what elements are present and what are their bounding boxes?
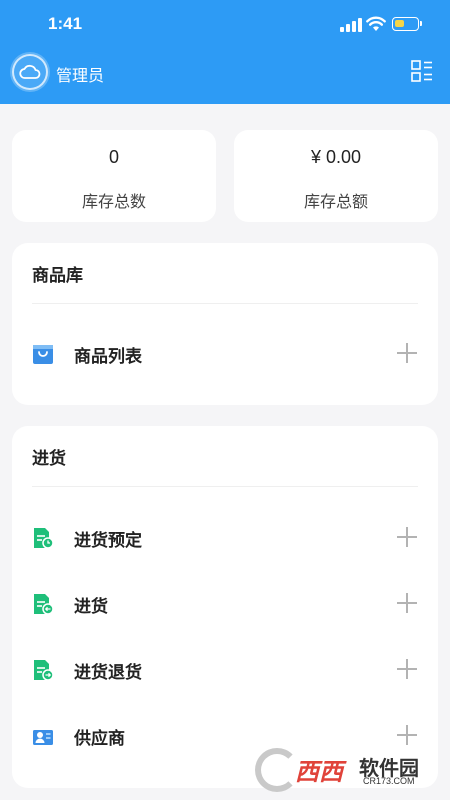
stock-amount-value: ¥ 0.00 [310,147,362,167]
stock-amount-card[interactable]: ¥ 0.00 库存总额 [234,130,438,222]
supplier-icon [33,730,53,745]
menu-item-label: 进货退货 [74,663,142,683]
watermark-domain: CR173.COM [363,776,415,786]
add-icon[interactable] [397,659,417,679]
stock-count-label: 库存总数 [81,192,146,211]
document-receive-icon [34,594,54,615]
stock-amount-label: 库存总额 [303,192,368,211]
app-bar: 管理员 [0,52,450,94]
stock-count-card[interactable]: 0 库存总数 [12,130,216,222]
cloud-logo-icon[interactable] [12,54,48,90]
grid-menu-icon[interactable] [411,60,433,82]
menu-item-label: 商品列表 [74,347,142,367]
section-title: 进货 [32,449,66,469]
watermark-brand: 西西 [295,758,343,786]
watermark-logo: 西西 软件园 CR173.COM [255,748,435,796]
status-bar: 1:41 [0,0,450,50]
menu-item-label: 进货 [74,597,108,617]
divider [32,303,418,304]
stock-count-value: 0 [108,147,119,167]
page-title: 管理员 [56,66,105,85]
add-icon[interactable] [397,343,417,363]
menu-item-label: 供应商 [74,729,125,749]
battery-icon [392,17,422,31]
menu-item-label: 进货预定 [74,531,142,551]
menu-item-purchase-return[interactable]: 进货退货 [12,640,438,700]
menu-item-purchase[interactable]: 进货 [12,574,438,634]
menu-item-purchase-reservation[interactable]: 进货预定 [12,508,438,568]
add-icon[interactable] [397,593,417,613]
signal-icon [340,18,362,32]
product-library-section: 商品库 商品列表 [12,243,438,405]
section-title: 商品库 [32,266,83,286]
purchase-section: 进货 进货预定 进货 进货退货 供应商 [12,426,438,788]
document-return-icon [34,660,54,681]
add-icon[interactable] [397,527,417,547]
wifi-icon [366,16,386,31]
product-bag-icon [33,345,53,364]
add-icon[interactable] [397,725,417,745]
watermark-c-icon [255,748,299,792]
status-time: 1:41 [48,14,83,33]
divider [32,486,418,487]
menu-item-product-list[interactable]: 商品列表 [12,324,438,384]
document-reserve-icon [34,528,54,549]
app-header: 1:41 管理员 [0,0,450,104]
